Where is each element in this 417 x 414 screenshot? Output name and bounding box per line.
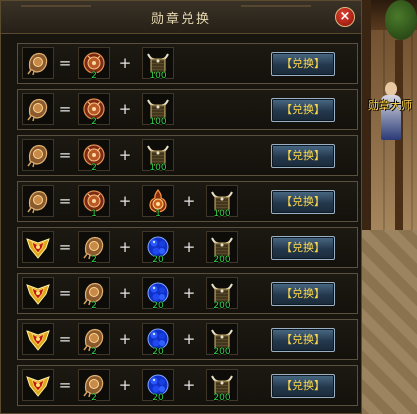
equals-sign: = <box>58 100 72 118</box>
item-quantity: 20 <box>152 393 164 403</box>
item-quantity: 200 <box>213 255 231 265</box>
item-slot[interactable]: 2 <box>78 277 110 311</box>
exchange-button[interactable]: 【兑换】 <box>271 374 335 398</box>
item-slot[interactable] <box>22 93 54 125</box>
equals-sign: = <box>58 146 72 164</box>
item-quantity: 200 <box>213 393 231 403</box>
item-slot[interactable]: 1 <box>78 185 110 219</box>
npc-name-label[interactable]: 勋章大师 <box>368 97 412 113</box>
item-quantity: 200 <box>213 347 231 357</box>
item-slot[interactable]: 100 <box>206 185 238 219</box>
item-slot[interactable] <box>22 369 54 401</box>
item-slot[interactable]: 20 <box>142 231 174 265</box>
item-quantity: 1 <box>91 209 97 219</box>
item-slot[interactable]: 200 <box>206 277 238 311</box>
exchange-row: = 1 +1 +100 【兑换】 <box>17 181 358 222</box>
exchange-button[interactable]: 【兑换】 <box>271 190 335 214</box>
game-scene-background <box>355 0 417 414</box>
exchange-row: = 2 +100 【兑换】 <box>17 43 358 84</box>
item-quantity: 20 <box>152 255 164 265</box>
exchange-button[interactable]: 【兑换】 <box>271 236 335 260</box>
npc-figure-head <box>385 82 397 96</box>
item-slot[interactable]: 200 <box>206 323 238 357</box>
exchange-button[interactable]: 【兑换】 <box>271 98 335 122</box>
item-slot[interactable]: 100 <box>142 93 174 127</box>
item-quantity: 20 <box>152 347 164 357</box>
exchange-button[interactable]: 【兑换】 <box>271 282 335 306</box>
item-quantity: 200 <box>213 301 231 311</box>
plus-sign: + <box>118 146 132 164</box>
title-bar[interactable]: 勋章兑换 × <box>1 1 361 34</box>
item-slot[interactable]: 20 <box>142 277 174 311</box>
item-quantity: 2 <box>91 71 97 81</box>
item-slot[interactable]: 2 <box>78 139 110 173</box>
item-slot[interactable]: 2 <box>78 369 110 403</box>
close-button[interactable]: × <box>335 7 355 27</box>
equals-sign: = <box>58 238 72 256</box>
item-quantity: 2 <box>91 255 97 265</box>
exchange-row: = 2 +20 +200 【兑换】 <box>17 365 358 406</box>
item-quantity: 2 <box>91 347 97 357</box>
item-quantity: 100 <box>149 71 167 81</box>
item-quantity: 2 <box>91 393 97 403</box>
item-quantity: 100 <box>213 209 231 219</box>
item-slot[interactable]: 2 <box>78 47 110 81</box>
item-quantity: 100 <box>149 117 167 127</box>
item-quantity: 2 <box>91 163 97 173</box>
medal-exchange-dialog: 勋章兑换 × = 2 +100 【兑换】 = 2 +100 【兑换】 = 2 +100 【兑换】 = 1 +… <box>0 0 362 414</box>
exchange-row: = 2 +100 【兑换】 <box>17 89 358 130</box>
exchange-row: = 2 +20 +200 【兑换】 <box>17 273 358 314</box>
item-slot[interactable] <box>22 139 54 171</box>
equals-sign: = <box>58 284 72 302</box>
plus-sign: + <box>118 376 132 394</box>
plus-sign: + <box>182 284 196 302</box>
plus-sign: + <box>118 238 132 256</box>
item-slot[interactable] <box>22 323 54 355</box>
exchange-list: = 2 +100 【兑换】 = 2 +100 【兑换】 = 2 +100 【兑换】 = 1 +1 +100 【兑… <box>17 43 358 411</box>
item-slot[interactable]: 2 <box>78 323 110 357</box>
item-slot[interactable]: 2 <box>78 231 110 265</box>
equals-sign: = <box>58 192 72 210</box>
exchange-row: = 2 +100 【兑换】 <box>17 135 358 176</box>
item-quantity: 20 <box>152 301 164 311</box>
equals-sign: = <box>58 376 72 394</box>
plus-sign: + <box>182 376 196 394</box>
item-slot[interactable]: 200 <box>206 231 238 265</box>
item-slot[interactable]: 20 <box>142 323 174 357</box>
item-slot[interactable]: 1 <box>142 185 174 219</box>
plus-sign: + <box>118 54 132 72</box>
item-quantity: 100 <box>149 163 167 173</box>
plus-sign: + <box>118 192 132 210</box>
item-slot[interactable] <box>22 47 54 79</box>
item-slot[interactable]: 20 <box>142 369 174 403</box>
plus-sign: + <box>182 330 196 348</box>
plus-sign: + <box>182 238 196 256</box>
item-slot[interactable]: 2 <box>78 93 110 127</box>
plus-sign: + <box>182 192 196 210</box>
exchange-row: = 2 +20 +200 【兑换】 <box>17 227 358 268</box>
exchange-button[interactable]: 【兑换】 <box>271 52 335 76</box>
exchange-row: = 2 +20 +200 【兑换】 <box>17 319 358 360</box>
equals-sign: = <box>58 54 72 72</box>
plus-sign: + <box>118 284 132 302</box>
equals-sign: = <box>58 330 72 348</box>
item-slot[interactable]: 200 <box>206 369 238 403</box>
item-slot[interactable]: 100 <box>142 47 174 81</box>
item-quantity: 1 <box>155 209 161 219</box>
item-slot[interactable] <box>22 277 54 309</box>
exchange-button[interactable]: 【兑换】 <box>271 328 335 352</box>
exchange-button[interactable]: 【兑换】 <box>271 144 335 168</box>
plus-sign: + <box>118 100 132 118</box>
item-quantity: 2 <box>91 301 97 311</box>
item-slot[interactable] <box>22 185 54 217</box>
item-slot[interactable] <box>22 231 54 263</box>
dialog-title: 勋章兑换 <box>150 12 211 27</box>
plus-sign: + <box>118 330 132 348</box>
item-slot[interactable]: 100 <box>142 139 174 173</box>
item-quantity: 2 <box>91 117 97 127</box>
